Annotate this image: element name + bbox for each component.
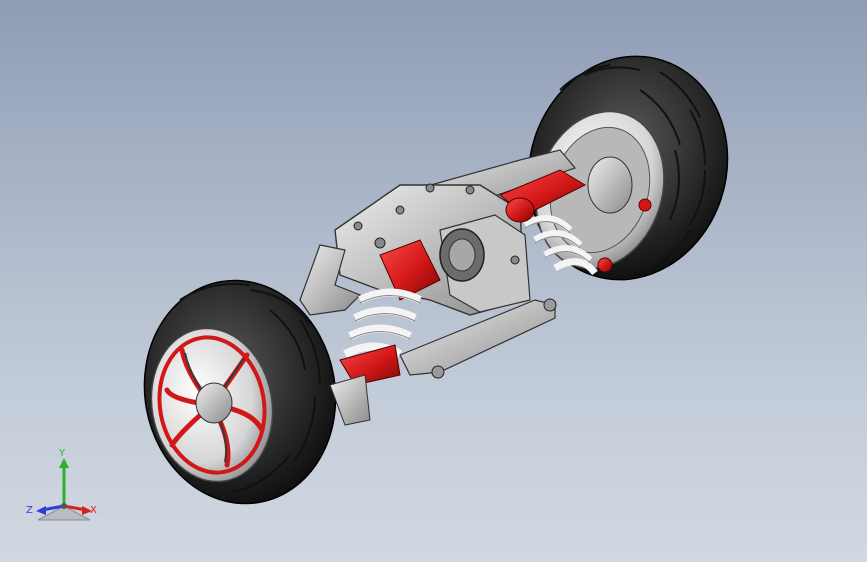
z-axis-arrow xyxy=(36,506,46,515)
lower-arm-bolt-2 xyxy=(431,365,445,379)
triad-x-label: X xyxy=(90,505,97,516)
triad-z-label: Z xyxy=(26,505,33,516)
right-shock-cap xyxy=(505,197,535,223)
triad-graphic xyxy=(36,458,92,521)
rear-right-hub xyxy=(587,156,633,214)
right-shock-lower-bolt xyxy=(597,257,613,273)
differential-port-inner xyxy=(448,238,476,272)
left-upright xyxy=(329,374,371,426)
triad-origin xyxy=(61,503,67,509)
orientation-triad[interactable]: Y X Z xyxy=(24,448,104,528)
left-shock-spring xyxy=(343,288,422,358)
lower-arm-bolt xyxy=(543,298,557,312)
graphics-viewport[interactable]: Y X Z xyxy=(0,0,867,562)
triad-y-label: Y xyxy=(59,448,66,459)
y-axis-arrow xyxy=(59,458,69,468)
suspension-axle-model[interactable] xyxy=(0,0,867,562)
front-left-hub xyxy=(195,382,233,424)
rear-right-red-bolt xyxy=(638,198,652,212)
